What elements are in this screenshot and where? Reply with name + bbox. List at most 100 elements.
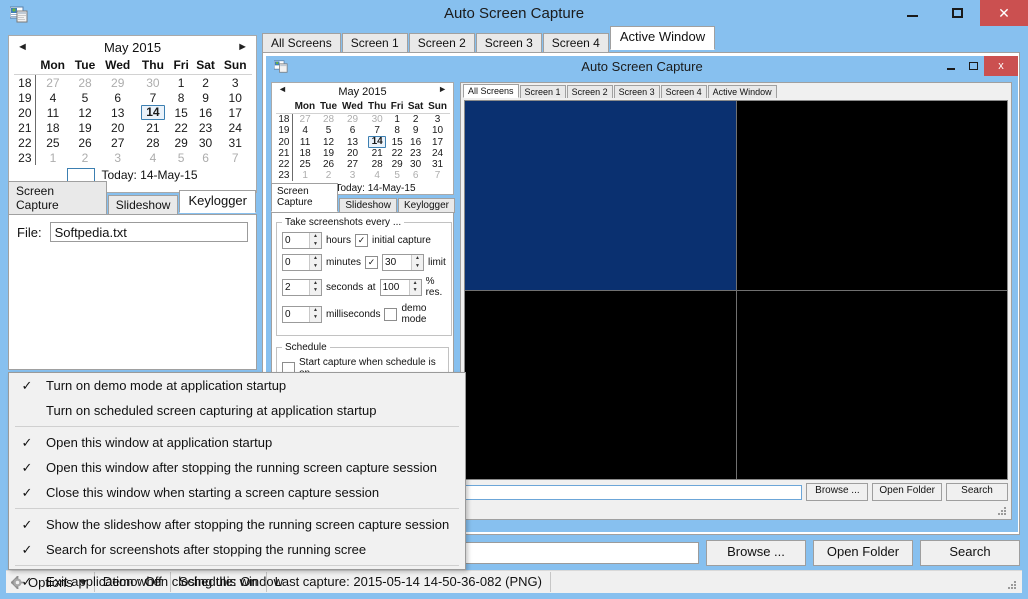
calendar-day[interactable]: 29 xyxy=(100,75,136,91)
milliseconds-spinner[interactable]: 0 ▲ ▼ xyxy=(282,305,322,323)
nested-calendar-day[interactable]: 5 xyxy=(389,170,406,181)
close-button[interactable]: ✕ xyxy=(980,0,1028,26)
preview-top-left[interactable] xyxy=(465,101,736,290)
nested-calendar-day[interactable]: 2 xyxy=(318,170,340,181)
calendar-day[interactable]: 25 xyxy=(35,135,70,150)
nested-calendar-day[interactable]: 28 xyxy=(366,159,389,170)
limit-checkbox[interactable]: ✓ xyxy=(365,256,379,269)
maximize-button[interactable] xyxy=(935,0,980,26)
nested-calendar-day[interactable]: 28 xyxy=(318,114,340,125)
seconds-spinner[interactable]: 2 ▲ ▼ xyxy=(282,278,322,296)
calendar-day[interactable]: 6 xyxy=(192,150,219,165)
nested-calendar-day[interactable]: 25 xyxy=(292,159,318,170)
calendar-day[interactable]: 30 xyxy=(136,75,170,91)
nested-calendar-day[interactable]: 13 xyxy=(339,136,365,148)
nested-calendar-day[interactable]: 7 xyxy=(366,125,389,136)
calendar-day[interactable]: 12 xyxy=(70,105,99,120)
nested-search-button[interactable]: Search xyxy=(946,483,1008,501)
spinner-arrows-icon[interactable]: ▲▼ xyxy=(309,306,321,322)
menu-item[interactable]: ✓ Show the slideshow after stopping the r… xyxy=(9,512,465,537)
nested-tab-screen-capture[interactable]: Screen Capture xyxy=(271,183,339,212)
nested-calendar-day[interactable]: 29 xyxy=(339,114,365,125)
calendar-day[interactable]: 27 xyxy=(35,75,70,91)
calendar-day[interactable]: 2 xyxy=(70,150,99,165)
search-button[interactable]: Search xyxy=(920,540,1020,566)
calendar-day[interactable]: 21 xyxy=(136,120,170,135)
menu-item[interactable]: ✓ Search for screenshots after stopping t… xyxy=(9,537,465,562)
nested-calendar-day[interactable]: 12 xyxy=(318,136,340,148)
tab-active-window[interactable]: Active Window xyxy=(609,26,716,50)
tab-screen-3[interactable]: Screen 3 xyxy=(475,33,542,53)
calendar-day[interactable]: 17 xyxy=(219,105,252,120)
calendar-day[interactable]: 31 xyxy=(219,135,252,150)
preview-bottom-left[interactable] xyxy=(465,290,736,479)
nested-calendar-day[interactable]: 17 xyxy=(426,136,450,148)
calendar-day[interactable]: 3 xyxy=(100,150,136,165)
nested-calendar-day[interactable]: 19 xyxy=(318,148,340,159)
nested-calendar-day[interactable]: 30 xyxy=(366,114,389,125)
calendar-day[interactable]: 1 xyxy=(35,150,70,165)
calendar-day[interactable]: 3 xyxy=(219,75,252,91)
nested-calendar-day[interactable]: 8 xyxy=(389,125,406,136)
nested-calendar-day[interactable]: 31 xyxy=(426,159,450,170)
nested-calendar-day[interactable]: 6 xyxy=(339,125,365,136)
tab-screen-1[interactable]: Screen 1 xyxy=(341,33,408,53)
minimize-button[interactable] xyxy=(890,0,935,26)
menu-item[interactable]: Turn on scheduled screen capturing at ap… xyxy=(9,398,465,423)
nested-calendar-day[interactable]: 4 xyxy=(292,125,318,136)
nested-close-button[interactable]: x xyxy=(984,56,1018,76)
nested-screen-tab-screen-3[interactable]: Screen 3 xyxy=(613,85,660,98)
calendar-day[interactable]: 24 xyxy=(219,120,252,135)
calendar-day[interactable]: 9 xyxy=(192,90,219,105)
nested-calendar-day[interactable]: 4 xyxy=(366,170,389,181)
nested-calendar-day[interactable]: 30 xyxy=(406,159,426,170)
nested-calendar-day[interactable]: 21 xyxy=(366,148,389,159)
calendar-day[interactable]: 30 xyxy=(192,135,219,150)
calendar-day[interactable]: 23 xyxy=(192,120,219,135)
keylogger-file-input[interactable] xyxy=(49,222,248,242)
minutes-spinner[interactable]: 0 ▲ ▼ xyxy=(282,254,322,271)
open-folder-button[interactable]: Open Folder xyxy=(813,540,913,566)
spinner-arrows-icon[interactable]: ▲▼ xyxy=(411,255,424,270)
calendar-day[interactable]: 26 xyxy=(70,135,99,150)
nested-calendar-day[interactable]: 3 xyxy=(426,114,450,125)
nested-calendar-day[interactable]: 3 xyxy=(339,170,365,181)
nested-calendar-day[interactable]: 24 xyxy=(426,148,450,159)
calendar-day[interactable]: 15 xyxy=(170,105,192,120)
nested-calendar-day[interactable]: 2 xyxy=(406,114,426,125)
nested-search-input[interactable] xyxy=(464,484,803,500)
nested-screen-tab-screen-2[interactable]: Screen 2 xyxy=(566,85,613,98)
nested-calendar-day[interactable]: 18 xyxy=(292,148,318,159)
nested-calendar-day[interactable]: 20 xyxy=(339,148,365,159)
nested-open-folder-button[interactable]: Open Folder xyxy=(872,483,942,501)
nested-calendar-day[interactable]: 6 xyxy=(406,170,426,181)
resolution-spinner[interactable]: 100 ▲ ▼ xyxy=(379,278,422,296)
demo-mode-checkbox[interactable] xyxy=(384,307,398,321)
browse-button[interactable]: Browse ... xyxy=(706,540,806,566)
calendar-day[interactable]: 16 xyxy=(192,105,219,120)
menu-item[interactable]: ✓ Turn on demo mode at application startu… xyxy=(9,373,465,398)
nested-calendar-day[interactable]: 1 xyxy=(292,170,318,181)
tab-slideshow[interactable]: Slideshow xyxy=(107,195,179,215)
nested-calendar-day[interactable]: 9 xyxy=(406,125,426,136)
nested-calendar-day[interactable]: 15 xyxy=(389,136,406,148)
menu-item[interactable]: ✓ Exit application when closing this wind… xyxy=(9,569,465,594)
nested-calendar-next-icon[interactable]: ► xyxy=(438,84,447,94)
nested-calendar-day[interactable]: 10 xyxy=(426,125,450,136)
spinner-arrows-icon[interactable]: ▲▼ xyxy=(309,279,321,295)
calendar-day[interactable]: 2 xyxy=(192,75,219,91)
nested-calendar-day[interactable]: 26 xyxy=(318,159,340,170)
calendar-day[interactable]: 13 xyxy=(100,105,136,120)
nested-calendar-day[interactable]: 16 xyxy=(406,136,426,148)
nested-screen-tab-active-window[interactable]: Active Window xyxy=(707,85,777,98)
nested-screen-tab-screen-4[interactable]: Screen 4 xyxy=(660,85,707,98)
calendar-prev-icon[interactable]: ◄ xyxy=(17,39,28,55)
initial-capture-checkbox[interactable]: ✓ xyxy=(355,234,369,247)
calendar-day[interactable]: 6 xyxy=(100,90,136,105)
tab-screen-2[interactable]: Screen 2 xyxy=(408,33,475,53)
preview-bottom-right[interactable] xyxy=(736,290,1007,479)
hours-spinner[interactable]: 0 ▲ ▼ xyxy=(282,232,322,249)
nested-calendar-day[interactable]: 27 xyxy=(292,114,318,125)
calendar-day[interactable]: 7 xyxy=(136,90,170,105)
nested-calendar-day[interactable]: 22 xyxy=(389,148,406,159)
